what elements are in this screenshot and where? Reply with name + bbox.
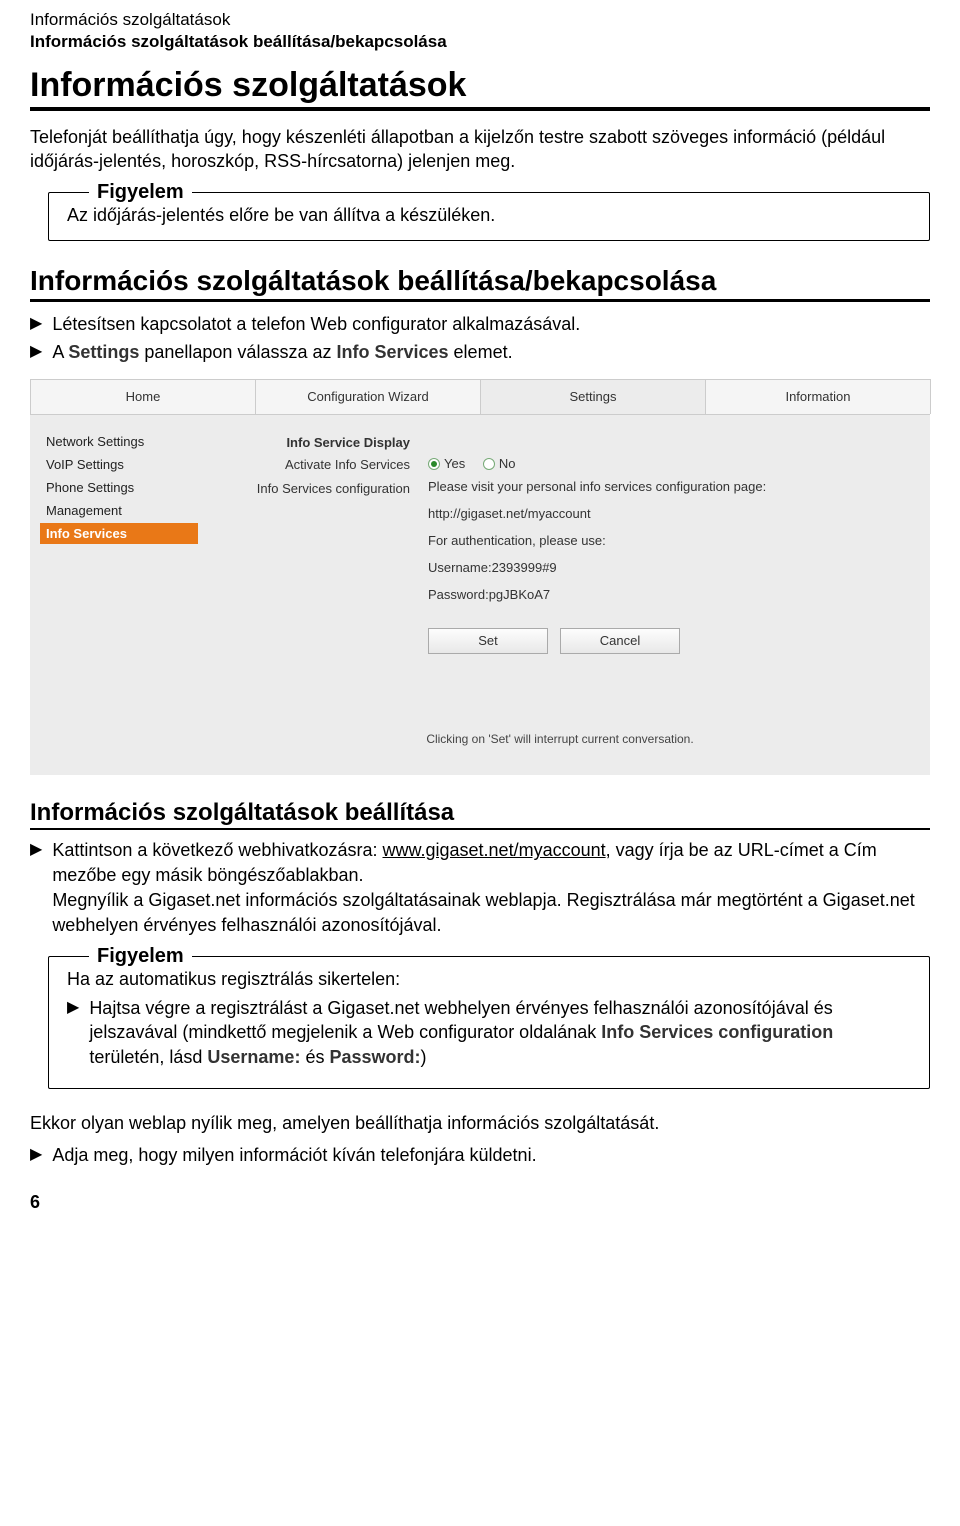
footnote: Clicking on 'Set' will interrupt current… — [208, 732, 912, 746]
label-activate: Activate Info Services — [208, 457, 428, 472]
main-panel: Info Service Display Activate Info Servi… — [198, 415, 930, 775]
cfg-message: Please visit your personal info services… — [428, 479, 912, 494]
arrow-icon: ▶ — [30, 312, 42, 337]
tab-home[interactable]: Home — [30, 379, 256, 414]
heading-setup: Információs szolgáltatások beállítása/be… — [30, 265, 930, 302]
note-box-1: Figyelem Az időjárás-jelentés előre be v… — [48, 192, 930, 241]
note2-intro: Ha az automatikus regisztrálás sikertele… — [67, 969, 911, 990]
step-1-text: Létesítsen kapcsolatot a telefon Web con… — [52, 312, 930, 337]
step-link-text: Kattintson a következő webhivatkozásra: … — [52, 838, 930, 937]
web-configurator-panel: Home Configuration Wizard Settings Infor… — [30, 379, 930, 775]
note-box-2: Figyelem Ha az automatikus regisztrálás … — [48, 956, 930, 1089]
sidebar-item-voip[interactable]: VoIP Settings — [40, 454, 198, 475]
heading-main: Információs szolgáltatások — [30, 66, 930, 111]
step-2: ▶ A Settings panellapon válassza az Info… — [30, 340, 930, 365]
arrow-icon: ▶ — [30, 340, 42, 365]
set-button[interactable]: Set — [428, 628, 548, 654]
label-config: Info Services configuration — [208, 479, 428, 496]
running-head-2: Információs szolgáltatások beállítása/be… — [30, 32, 930, 52]
intro-paragraph: Telefonját beállíthatja úgy, hogy készen… — [30, 125, 930, 174]
cancel-button[interactable]: Cancel — [560, 628, 680, 654]
note-body: Az időjárás-jelentés előre be van állítv… — [67, 205, 911, 226]
note-title: Figyelem — [89, 181, 192, 204]
gigaset-link[interactable]: www.gigaset.net/myaccount — [383, 840, 606, 860]
tab-settings[interactable]: Settings — [480, 379, 706, 414]
step-1: ▶ Létesítsen kapcsolatot a telefon Web c… — [30, 312, 930, 337]
page-number: 6 — [30, 1192, 930, 1213]
tab-information[interactable]: Information — [705, 379, 931, 414]
cfg-username: Username:2393999#9 — [428, 560, 912, 575]
arrow-icon: ▶ — [30, 838, 42, 937]
radio-yes[interactable]: Yes — [428, 456, 465, 471]
radio-dot-icon — [483, 458, 495, 470]
sidebar-item-management[interactable]: Management — [40, 500, 198, 521]
arrow-icon: ▶ — [67, 996, 79, 1070]
step-2-text: A Settings panellapon válassza az Info S… — [52, 340, 930, 365]
cfg-auth: For authentication, please use: — [428, 533, 912, 548]
outro-bullet: ▶ Adja meg, hogy milyen információt kívá… — [30, 1143, 930, 1168]
sidebar: Network Settings VoIP Settings Phone Set… — [30, 415, 198, 775]
outro-bullet-text: Adja meg, hogy milyen információt kíván … — [52, 1143, 930, 1168]
page-root: Információs szolgáltatások Információs s… — [0, 0, 960, 1243]
note2-bullet-text: Hajtsa végre a regisztrálást a Gigaset.n… — [89, 996, 911, 1070]
cfg-url: http://gigaset.net/myaccount — [428, 506, 912, 521]
heading-configure: Információs szolgáltatások beállítása — [30, 799, 930, 830]
radio-no[interactable]: No — [483, 456, 516, 471]
radio-dot-icon — [428, 458, 440, 470]
step-link: ▶ Kattintson a következő webhivatkozásra… — [30, 838, 930, 937]
arrow-icon: ▶ — [30, 1143, 42, 1168]
cfg-password: Password:pgJBKoA7 — [428, 587, 912, 602]
sidebar-item-info-services[interactable]: Info Services — [40, 523, 198, 544]
running-head-1: Információs szolgáltatások — [30, 10, 930, 30]
outro-paragraph: Ekkor olyan weblap nyílik meg, amelyen b… — [30, 1111, 930, 1135]
sidebar-item-phone[interactable]: Phone Settings — [40, 477, 198, 498]
tab-config-wizard[interactable]: Configuration Wizard — [255, 379, 481, 414]
sidebar-item-network[interactable]: Network Settings — [40, 431, 198, 452]
tab-bar: Home Configuration Wizard Settings Infor… — [30, 379, 930, 415]
note-title: Figyelem — [89, 945, 192, 968]
section-title: Info Service Display — [208, 435, 428, 450]
